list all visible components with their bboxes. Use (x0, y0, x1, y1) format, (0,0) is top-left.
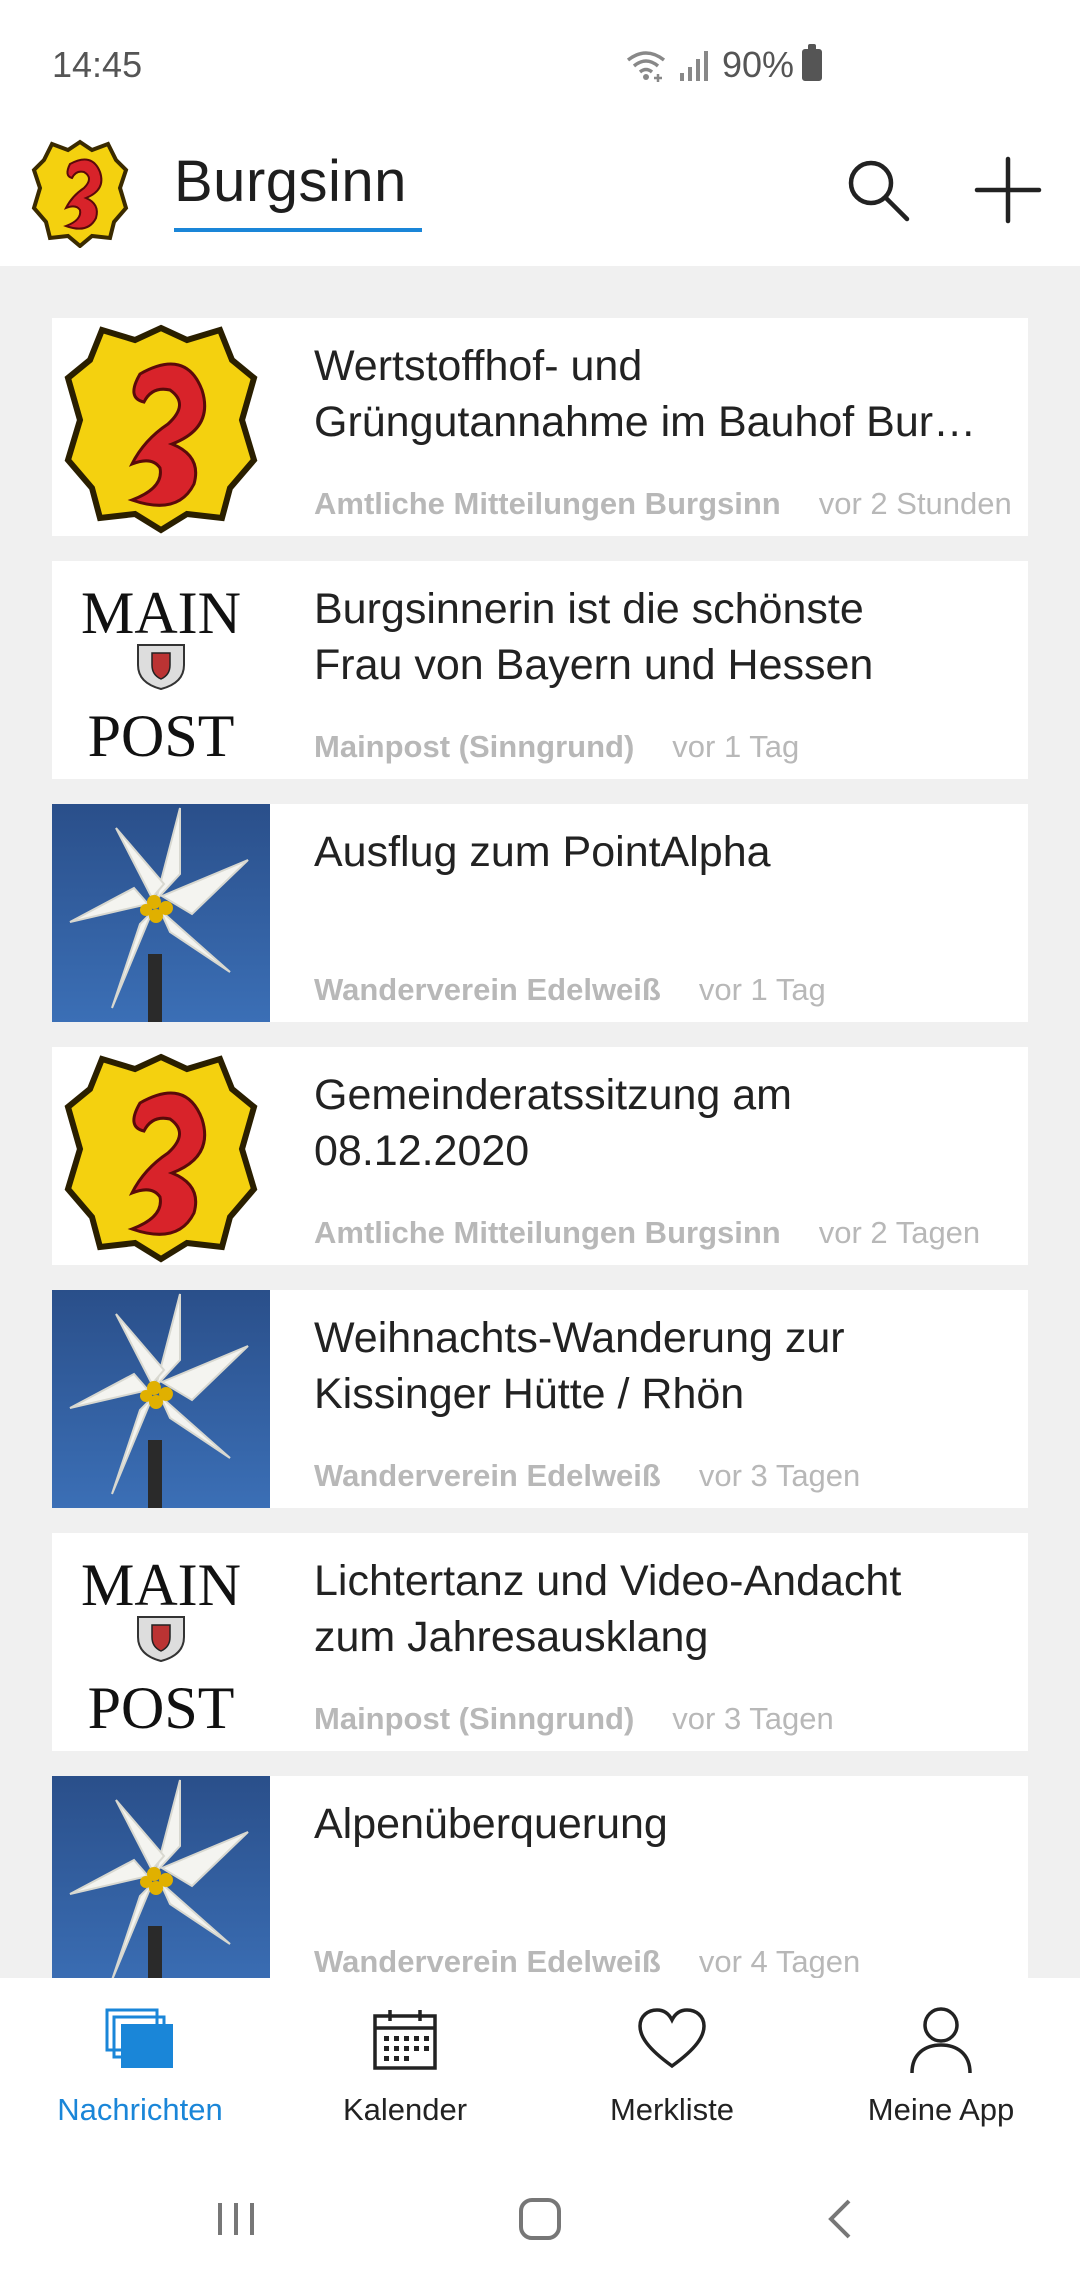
news-meta: Wanderverein Edelweiß vor 1 Tag (314, 972, 826, 1008)
news-title[interactable]: Burgsinnerin ist die schönste Frau von B… (314, 581, 1014, 693)
home-icon (519, 2198, 561, 2240)
bottom-navigation: Nachrichten Kalender Merkliste Meine App (0, 1978, 1080, 2154)
news-title[interactable]: Gemeinderatssitzung am 08.12.2020 (314, 1067, 1014, 1179)
news-stack-icon (5, 2000, 275, 2080)
nav-merkliste[interactable]: Merkliste (537, 2000, 807, 2150)
news-source: Wanderverein Edelweiß (314, 1944, 661, 1978)
news-meta: Mainpost (Sinngrund) vor 3 Tagen (314, 1701, 834, 1737)
news-title[interactable]: Ausflug zum PointAlpha (314, 824, 1014, 880)
news-item[interactable]: Weihnachts-Wanderung zur Kissinger Hütte… (52, 1290, 1028, 1508)
news-source: Amtliche Mitteilungen Burgsinn (314, 486, 781, 521)
edelweiss-thumbnail (52, 1776, 270, 1978)
news-item[interactable]: Ausflug zum PointAlpha Wanderverein Edel… (52, 804, 1028, 1022)
news-item[interactable]: MAIN POST Burgsinnerin ist die schönste … (52, 561, 1028, 779)
news-source: Wanderverein Edelweiß (314, 1458, 661, 1493)
news-source: Amtliche Mitteilungen Burgsinn (314, 1215, 781, 1250)
news-time: vor 2 Stunden (818, 486, 1012, 521)
coat-of-arms-logo (30, 138, 130, 249)
news-title[interactable]: Alpenüberquerung (314, 1796, 1014, 1852)
news-title[interactable]: Lichtertanz und Video-Andacht zum Jahres… (314, 1553, 1014, 1665)
battery-percent: 90% (721, 44, 794, 85)
news-meta: Amtliche Mitteilungen Burgsinn vor 2 Tage… (314, 1215, 980, 1251)
calendar-icon (270, 2000, 540, 2080)
recent-apps-button[interactable] (196, 2194, 276, 2244)
plus-icon (974, 156, 1042, 224)
logo-text-main: MAIN (81, 1552, 241, 1618)
news-source: Wanderverein Edelweiß (314, 972, 661, 1007)
nav-kalender[interactable]: Kalender (270, 2000, 540, 2150)
news-meta: Wanderverein Edelweiß vor 3 Tagen (314, 1458, 860, 1494)
nav-label: Meine App (867, 2092, 1015, 2127)
heart-icon (537, 2000, 807, 2080)
signal-icon (679, 51, 708, 81)
back-button[interactable] (800, 2194, 880, 2244)
news-item[interactable]: MAIN POST Lichtertanz und Video-Andacht … (52, 1533, 1028, 1751)
back-icon (828, 2199, 851, 2239)
app-title[interactable]: Burgsinn (174, 148, 407, 215)
news-item[interactable]: Wertstoffhof- und Grüngutannahme im Bauh… (52, 318, 1028, 536)
nav-nachrichten[interactable]: Nachrichten (5, 2000, 275, 2150)
status-icons: 90% (624, 44, 822, 86)
search-button[interactable] (838, 150, 918, 230)
news-meta: Wanderverein Edelweiß vor 4 Tagen (314, 1944, 860, 1978)
news-title[interactable]: Weihnachts-Wanderung zur Kissinger Hütte… (314, 1310, 1014, 1422)
news-time: vor 3 Tagen (698, 1458, 861, 1493)
home-button[interactable] (500, 2194, 580, 2244)
news-time: vor 4 Tagen (698, 1944, 861, 1978)
system-navigation-bar (0, 2154, 1080, 2280)
add-button[interactable] (968, 150, 1048, 230)
nav-label: Nachrichten (57, 2092, 223, 2127)
news-time: vor 1 Tag (698, 972, 826, 1007)
news-meta: Mainpost (Sinngrund) vor 1 Tag (314, 729, 799, 765)
logo-text-main: MAIN (81, 580, 241, 646)
mainpost-logo-thumbnail: MAIN POST (52, 561, 270, 779)
edelweiss-thumbnail (52, 804, 270, 1022)
news-item[interactable]: Alpenüberquerung Wanderverein Edelweiß vo… (52, 1776, 1028, 1978)
status-bar: 14:45 90% (0, 0, 1080, 130)
app-bar: Burgsinn (0, 130, 1080, 266)
news-source: Mainpost (Sinngrund) (314, 729, 635, 764)
nav-label: Kalender (342, 2092, 468, 2127)
recent-apps-icon (218, 2203, 254, 2235)
news-time: vor 2 Tagen (818, 1215, 981, 1250)
logo-text-post: POST (88, 1675, 235, 1741)
coat-of-arms-thumbnail (52, 1047, 270, 1265)
news-source: Mainpost (Sinngrund) (314, 1701, 635, 1736)
status-time: 14:45 (52, 44, 143, 85)
nav-label: Merkliste (609, 2092, 734, 2127)
wifi-icon (626, 51, 666, 82)
news-item[interactable]: Gemeinderatssitzung am 08.12.2020 Amtlic… (52, 1047, 1028, 1265)
news-meta: Amtliche Mitteilungen Burgsinn vor 2 Stun… (314, 486, 1012, 522)
news-time: vor 3 Tagen (672, 1701, 834, 1736)
edelweiss-thumbnail (52, 1290, 270, 1508)
battery-icon (802, 44, 822, 81)
title-underline (174, 228, 422, 232)
news-list[interactable]: Wertstoffhof- und Grüngutannahme im Bauh… (52, 318, 1028, 1978)
user-icon (806, 2000, 1076, 2080)
news-title[interactable]: Wertstoffhof- und Grüngutannahme im Bauh… (314, 338, 1014, 450)
search-icon (848, 160, 910, 222)
news-time: vor 1 Tag (672, 729, 800, 764)
mainpost-logo-thumbnail: MAIN POST (52, 1533, 270, 1751)
logo-text-post: POST (88, 703, 235, 769)
nav-meine-app[interactable]: Meine App (806, 2000, 1076, 2150)
coat-of-arms-thumbnail (52, 318, 270, 536)
